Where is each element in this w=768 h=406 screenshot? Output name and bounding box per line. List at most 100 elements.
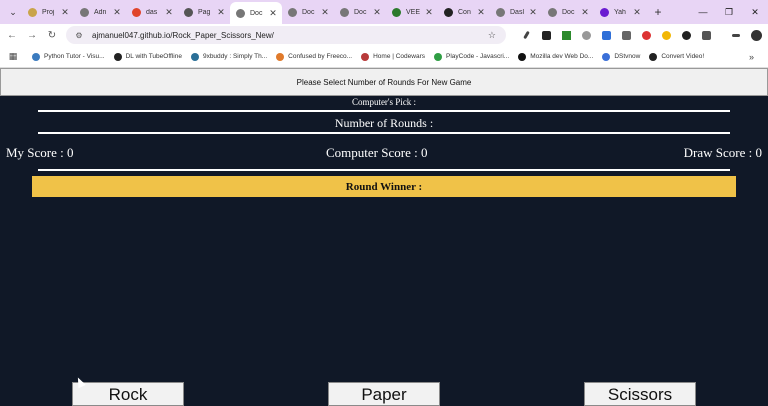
bookmark-label: Mozilla dev Web Do...	[530, 53, 594, 60]
bookmark-item[interactable]: DL with TubeOffline	[113, 52, 182, 61]
bookmark-label: Python Tutor - Visu...	[44, 53, 105, 60]
tab-favicon-icon	[132, 7, 141, 17]
extension-gear-icon[interactable]	[576, 28, 596, 42]
extension-download-icon[interactable]	[556, 28, 576, 42]
bookmark-label: 9xbuddy : Simply Th...	[202, 53, 268, 60]
bookmarks-bar: ▦ Python Tutor - Visu... DL with TubeOffl…	[0, 46, 768, 68]
site-info-icon[interactable]: ⚙	[72, 31, 86, 40]
address-bar: ← → ↻ ⚙ ajmanuel047.github.io/Rock_Paper…	[0, 24, 768, 46]
tab-label: Yah	[614, 8, 626, 16]
divider	[38, 110, 730, 112]
tab-close-icon[interactable]: ✕	[320, 7, 330, 18]
score-row: My Score : 0 Computer Score : 0 Draw Sco…	[0, 145, 768, 161]
bookmark-label: DStvnow	[614, 53, 641, 60]
bookmark-item[interactable]: Python Tutor - Visu...	[32, 52, 105, 61]
tab-strip: Proj ✕ Adn ✕ das ✕ Pag ✕ Doc ✕ Doc ✕ Doc ✕ VEE ✕ Con ✕ Das…	[22, 0, 646, 24]
tab-close-icon[interactable]: ✕	[476, 7, 486, 18]
browser-tab[interactable]: Doc ✕	[542, 0, 594, 24]
tab-close-icon[interactable]: ✕	[216, 7, 226, 18]
close-window-icon[interactable]: ✕	[742, 7, 768, 18]
bookmark-item[interactable]: 9xbuddy : Simply Th...	[190, 52, 268, 61]
more-bookmarks-icon[interactable]: »	[749, 52, 754, 62]
tab-close-icon[interactable]: ✕	[528, 7, 538, 18]
browser-tab[interactable]: Yah ✕	[594, 0, 646, 24]
restore-icon[interactable]: ❐	[716, 7, 742, 18]
window-controls: — ❐ ✕	[690, 0, 768, 24]
bookmark-label: Home | Codewars	[373, 53, 425, 60]
tab-label: das	[146, 8, 158, 16]
extension-record-icon[interactable]	[636, 28, 656, 42]
bookmark-item[interactable]: Mozilla dev Web Do...	[518, 52, 594, 61]
bookmark-item[interactable]: DStvnow	[602, 52, 641, 61]
tab-favicon-icon	[340, 7, 349, 17]
bookmark-favicon-icon	[276, 52, 285, 61]
extension-terminal-icon[interactable]	[536, 28, 556, 42]
tab-favicon-icon	[28, 7, 37, 17]
tab-close-icon[interactable]: ✕	[580, 7, 590, 18]
bookmark-favicon-icon	[190, 52, 199, 61]
browser-tab[interactable]: Pag ✕	[178, 0, 230, 24]
tab-close-icon[interactable]: ✕	[424, 7, 434, 18]
browser-tab[interactable]: das ✕	[126, 0, 178, 24]
forward-icon[interactable]: →	[22, 30, 42, 41]
bookmark-label: DL with TubeOffline	[125, 53, 182, 60]
tab-close-icon[interactable]: ✕	[164, 7, 174, 18]
bookmark-item[interactable]: Confused by Freeco...	[276, 52, 353, 61]
tab-close-icon[interactable]: ✕	[268, 8, 278, 19]
computer-pick-label: Computer's Pick :	[351, 97, 417, 107]
tab-favicon-icon	[288, 7, 297, 17]
tab-favicon-icon	[80, 7, 89, 17]
tab-label: Pag	[198, 8, 211, 16]
tab-favicon-icon	[548, 7, 557, 17]
tab-label: VEE	[406, 8, 421, 16]
extension-dark-icon[interactable]	[676, 28, 696, 42]
bookmark-star-icon[interactable]: ☆	[488, 30, 496, 41]
browser-tab[interactable]: Doc ✕	[334, 0, 386, 24]
bookmark-list: Python Tutor - Visu... DL with TubeOfflin…	[32, 52, 713, 61]
rounds-label: Number of Rounds :	[334, 116, 434, 130]
tab-close-icon[interactable]: ✕	[112, 7, 122, 18]
paper-button[interactable]: Paper	[328, 382, 440, 406]
minimize-icon[interactable]: —	[690, 7, 716, 17]
bookmark-item[interactable]: Convert Video!	[649, 52, 704, 61]
browser-tab[interactable]: Adn ✕	[74, 0, 126, 24]
tab-favicon-icon	[600, 7, 609, 17]
browser-tab[interactable]: Doc ✕	[230, 2, 282, 24]
new-tab-button[interactable]: +	[650, 5, 666, 19]
tab-favicon-icon	[496, 7, 505, 17]
reload-icon[interactable]: ↻	[42, 30, 62, 41]
rock-button[interactable]: Rock	[72, 382, 184, 406]
tab-label: Doc	[250, 9, 263, 17]
browser-tab[interactable]: Doc ✕	[282, 0, 334, 24]
bookmark-label: Confused by Freeco...	[288, 53, 353, 60]
tab-close-icon[interactable]: ✕	[60, 7, 70, 18]
bookmark-favicon-icon	[602, 52, 611, 61]
apps-grid-icon[interactable]: ▦	[2, 51, 24, 62]
downloads-icon[interactable]	[726, 28, 746, 42]
tab-close-icon[interactable]: ✕	[632, 7, 642, 18]
browser-tab[interactable]: VEE ✕	[386, 0, 438, 24]
browser-tab[interactable]: Con ✕	[438, 0, 490, 24]
bookmark-favicon-icon	[649, 52, 658, 61]
bookmark-item[interactable]: PlayCode - Javascri...	[434, 52, 509, 61]
pen-icon[interactable]	[516, 28, 536, 42]
url-text: ajmanuel047.github.io/Rock_Paper_Scissor…	[92, 30, 274, 40]
browser-tab[interactable]: Proj ✕	[22, 0, 74, 24]
extension-doc-icon[interactable]	[596, 28, 616, 42]
tab-search-button[interactable]: ⌄	[4, 3, 22, 21]
divider	[38, 169, 730, 171]
tab-favicon-icon	[236, 8, 245, 18]
tab-label: Dasl	[510, 8, 525, 16]
back-icon[interactable]: ←	[2, 30, 22, 41]
extension-list-icon[interactable]	[616, 28, 636, 42]
tab-close-icon[interactable]: ✕	[372, 7, 382, 18]
scissors-button[interactable]: Scissors	[584, 382, 696, 406]
bookmark-item[interactable]: Home | Codewars	[361, 52, 425, 61]
draw-score: Draw Score : 0	[683, 145, 762, 160]
browser-tab[interactable]: Dasl ✕	[490, 0, 542, 24]
extensions-puzzle-icon[interactable]	[696, 28, 716, 42]
url-field[interactable]: ⚙ ajmanuel047.github.io/Rock_Paper_Sciss…	[66, 26, 506, 44]
tab-label: Doc	[302, 8, 315, 16]
extension-circle-icon[interactable]	[656, 28, 676, 42]
profile-avatar-icon[interactable]	[746, 28, 766, 42]
